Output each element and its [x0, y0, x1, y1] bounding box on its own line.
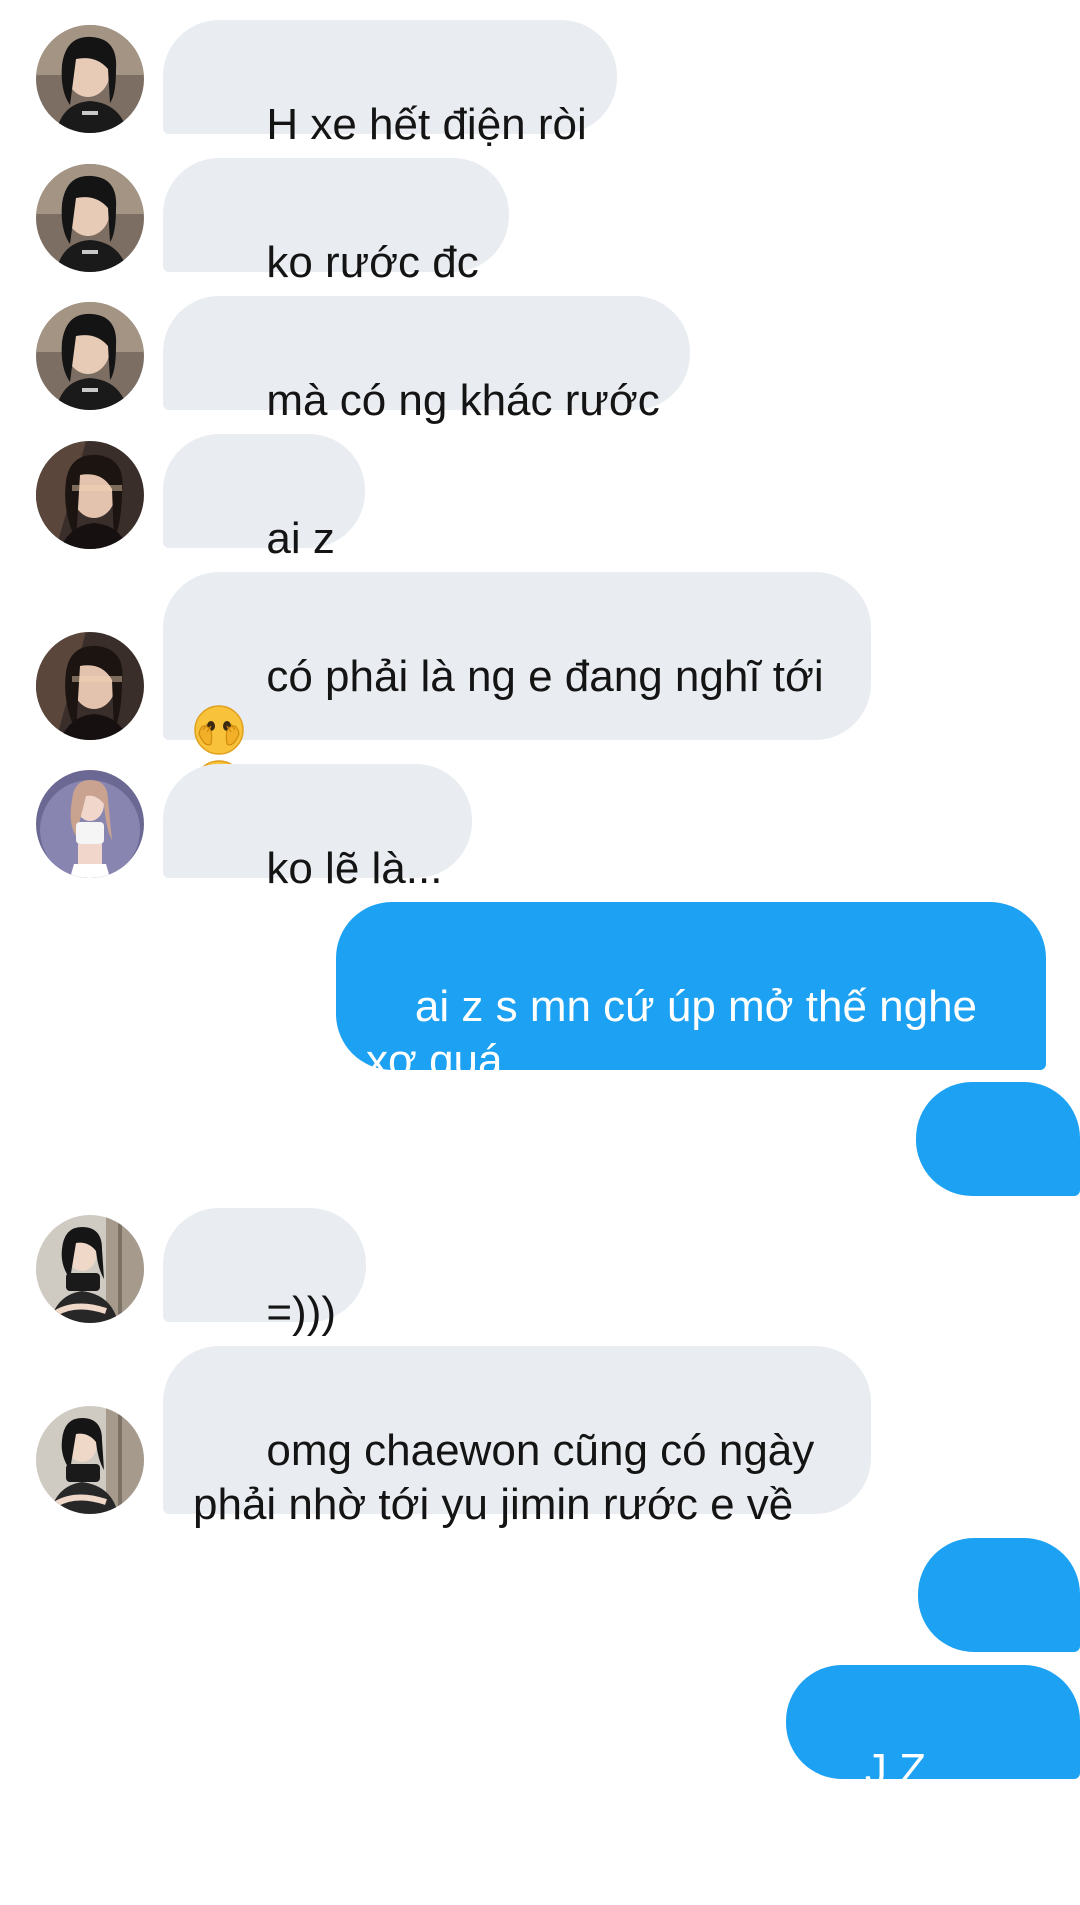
message-thread: H xe hết điện ròi ko rước đc mà có ng kh…: [0, 0, 1080, 1848]
message-text: omg chaewon cũng có ngày phải nhờ tới yu…: [193, 1426, 827, 1529]
avatar-image: [36, 1406, 144, 1514]
message-row: omg chaewon cũng có ngày phải nhờ tới yu…: [0, 0, 1080, 1530]
message-bubble-incoming[interactable]: omg chaewon cũng có ngày phải nhờ tới yu…: [163, 1346, 871, 1529]
message-bubble-outgoing[interactable]: VL: [918, 1538, 1080, 1721]
message-text: J Z CHAE: [816, 1745, 939, 1848]
message-bubble-outgoing[interactable]: J Z CHAE: [786, 1665, 1080, 1848]
avatar[interactable]: [36, 1406, 144, 1514]
